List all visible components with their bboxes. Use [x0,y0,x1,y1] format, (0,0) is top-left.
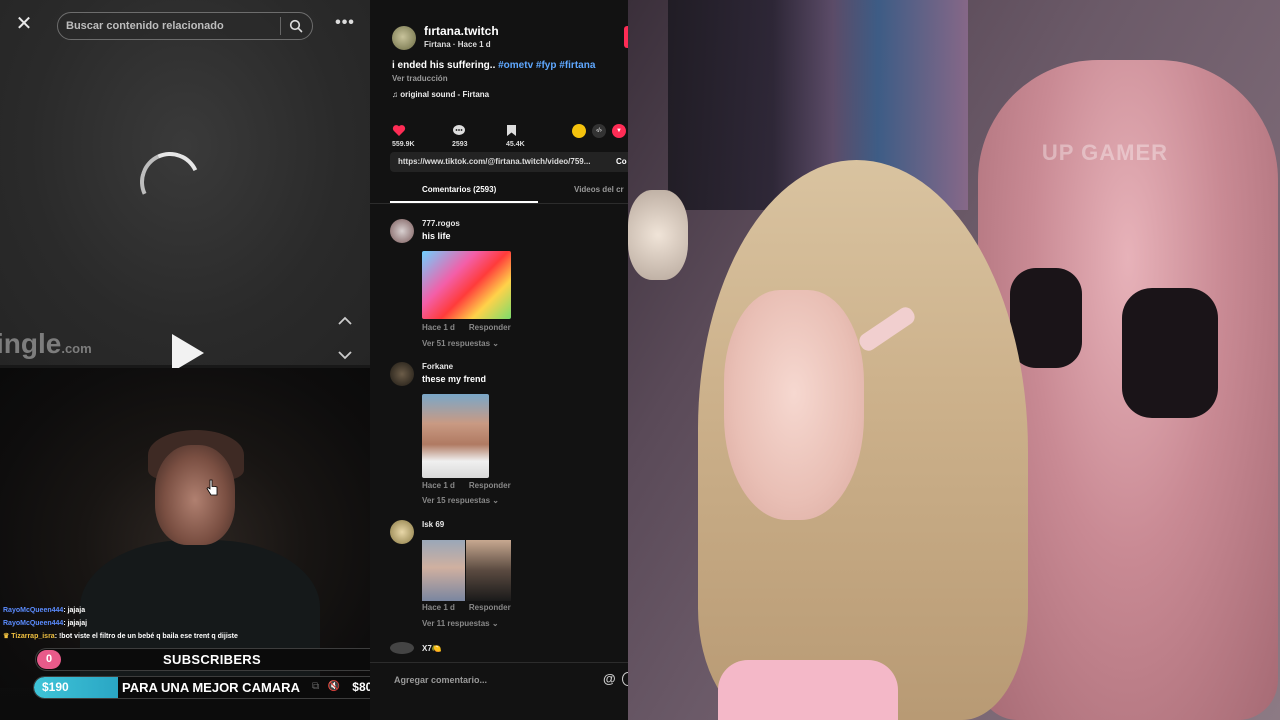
search-icon[interactable] [289,19,303,33]
tiktok-detail-panel: fırtana.twitch Firtana · Hace 1 d i ende… [370,0,628,720]
comment-count: 2593 [452,141,468,149]
comment-item: Isk 69 Hace 1 d Responder Ver 11 respuest… [390,520,620,635]
comment-stat[interactable]: 2593 [452,124,470,148]
commenter-avatar[interactable] [390,219,414,243]
reply-button[interactable]: Responder [469,603,511,612]
chat-badge-icon: ♛ [3,633,12,640]
author-subline: Firtana · Hace 1 d [424,40,491,49]
more-options-button[interactable]: ••• [334,14,356,34]
chair-strap-slot [1010,268,1082,368]
comment-time: Hace 1 d [422,603,455,612]
comment-image[interactable] [422,540,465,601]
related-search-box[interactable] [57,12,313,40]
view-replies-link[interactable]: Ver 11 respuestas ⌄ [422,619,499,628]
save-count: 45.4K [506,141,525,149]
chat-message: : !bot viste el filtro de un bebé q bail… [54,633,238,640]
reply-button[interactable]: Responder [469,323,511,332]
see-translation-link[interactable]: Ver traducción [392,74,448,83]
chat-line: ♛ Tizarrap_isra: !bot viste el filtro de… [3,630,370,643]
view-replies-link[interactable]: Ver 15 respuestas ⌄ [422,496,499,505]
sound-link[interactable]: ♫ original sound - Firtana [392,90,489,99]
comment-time: Hace 1 d [422,481,455,490]
search-divider [280,17,281,35]
close-button[interactable]: ✕ [14,14,34,34]
like-count: 559.9K [392,141,415,149]
tab-creator-videos[interactable]: Videos del cr [574,185,624,194]
background-plush-toy [628,190,688,280]
comment-meta: Hace 1 d Responder [422,603,511,612]
commenter-username[interactable]: Isk 69 [422,520,444,529]
comment-meta: Hace 1 d Responder [422,323,511,332]
commenter-avatar[interactable] [390,642,414,654]
watermark-text: ingle [0,328,62,359]
comment-item: X7🍋 [390,642,620,658]
related-search-input[interactable] [66,18,276,34]
overlay-icons: ⧉ 🔇 [312,681,340,692]
comment-time: Hace 1 d [422,323,455,332]
commenter-avatar[interactable] [390,520,414,544]
share-url-box[interactable]: https://www.tiktok.com/@firtana.twitch/v… [390,152,628,172]
streamer-top [718,660,898,720]
chevron-up-icon[interactable] [336,312,354,330]
share-url: https://www.tiktok.com/@firtana.twitch/v… [398,157,591,166]
chair-strap-slot [1122,288,1218,418]
chat-user: RayoMcQueen444 [3,620,64,627]
commenter-username[interactable]: Forkane [422,362,453,371]
author-avatar[interactable] [392,26,416,50]
commenter-username[interactable]: 777.rogos [422,219,460,228]
subscriber-label: SUBSCRIBERS [163,652,261,667]
comment-item: Forkane these my frend Hace 1 d Responder… [390,362,620,512]
chat-user: RayoMcQueen444 [3,607,64,614]
chat-line: RayoMcQueen444: jajaja [3,604,370,617]
commenter-avatar[interactable] [390,362,414,386]
share-icon[interactable]: ▼ [612,124,626,138]
tab-comments[interactable]: Comentarios (2593) [422,185,496,194]
chat-user: Tizarrap_isra [11,633,55,640]
video-watermark: ingle.com [0,328,92,360]
video-caption: i ended his suffering.. #ometv #fyp #fir… [392,60,595,71]
reply-button[interactable]: Responder [469,481,511,490]
play-icon[interactable] [172,334,204,372]
comment-composer: @ [370,662,628,696]
comment-input[interactable] [394,673,594,687]
comment-text: these my frend [422,374,487,384]
author-username[interactable]: fırtana.twitch [424,24,499,38]
comment-item: 777.rogos his life Hace 1 d Responder Ver… [390,219,620,355]
guest-person-head [155,445,235,545]
stream-chat: RayoMcQueen444: jajaja RayoMcQueen444: j… [3,604,370,643]
detail-tabs: Comentarios (2593) Videos del cr [370,176,628,204]
comment-text: his life [422,231,451,241]
comment-meta: Hace 1 d Responder [422,481,511,490]
hand-cursor-icon [206,479,218,496]
caption-hashtags[interactable]: #ometv #fyp #firtana [498,60,595,71]
comment-bubble-icon [453,125,465,135]
chair-brand-logo: UP GAMER [1041,140,1169,165]
watermark-suffix: .com [61,341,92,356]
caption-text: i ended his suffering.. [392,60,499,71]
chat-message: : jajaja [63,607,86,614]
like-stat[interactable]: 559.9K [392,124,415,148]
comment-image[interactable] [422,251,511,319]
commenter-username[interactable]: X7🍋 [422,644,442,653]
share-coin-icon[interactable] [572,124,586,138]
comment-image[interactable] [422,394,489,478]
donation-goal-bar: $190 PARA UNA MEJOR CAMARA ⧉ 🔇 $800 [33,676,387,699]
comment-image[interactable] [466,540,511,601]
save-stat[interactable]: 45.4K [506,124,525,148]
subscriber-goal-bar: 0 SUBSCRIBERS 5 [35,648,387,671]
mention-icon[interactable]: @ [603,671,616,686]
view-replies-link[interactable]: Ver 51 respuestas ⌄ [422,339,499,348]
streamer-face [724,290,864,520]
bookmark-icon [507,125,516,136]
copy-link-button[interactable]: Co [616,157,627,166]
active-tab-indicator [390,201,538,203]
chat-message: : jajajaj [63,620,88,627]
streamer-webcam-feed: UP GAMER [628,0,1280,720]
chevron-down-icon[interactable] [336,346,354,364]
heart-icon [392,125,406,136]
embed-code-icon[interactable]: ‹/› [592,124,606,138]
video-player-panel: ✕ ••• ingle.com RayoMcQueen444: jajaja R… [0,0,370,720]
chat-line: RayoMcQueen444: jajajaj [3,617,370,630]
